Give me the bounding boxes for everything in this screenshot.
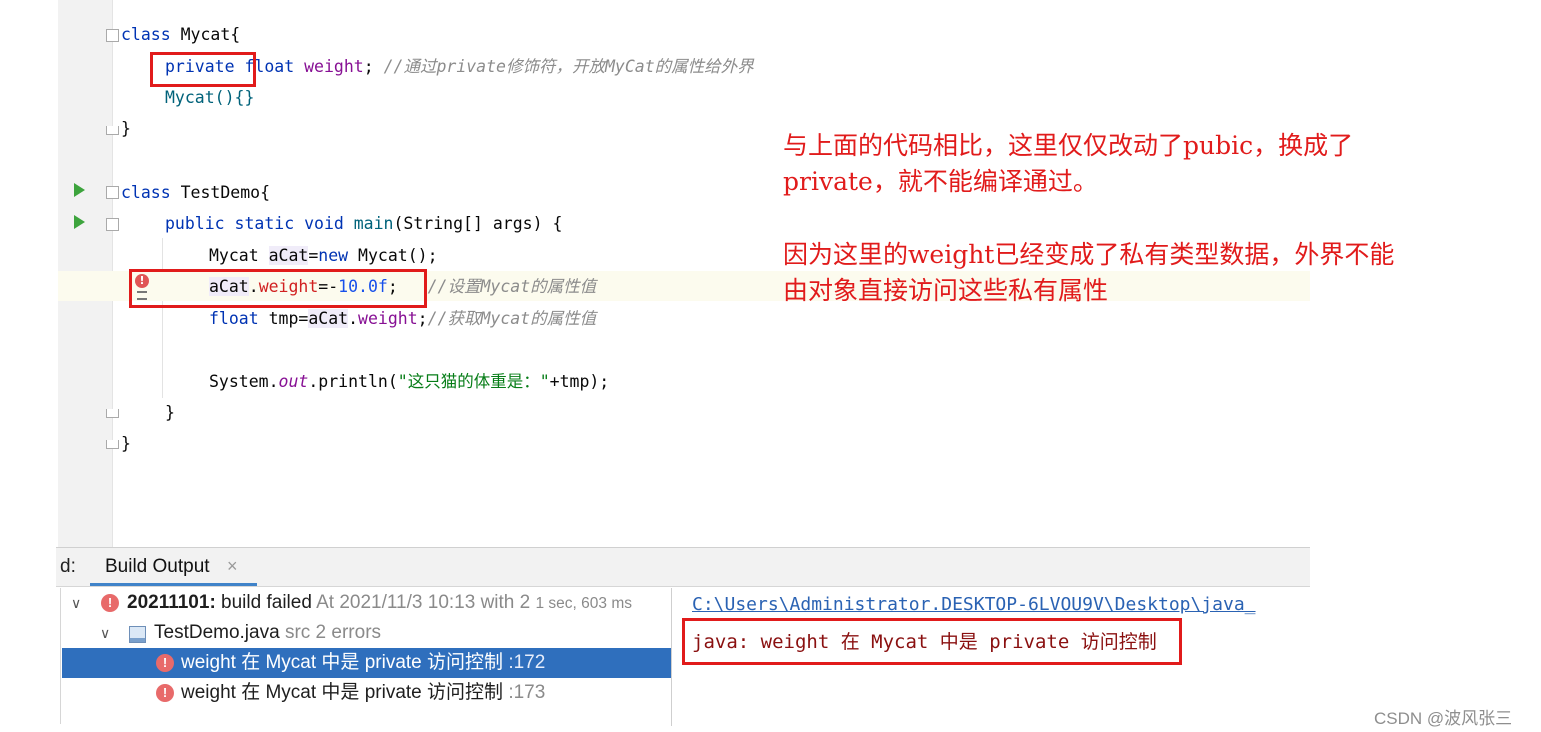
- code-line-10[interactable]: System.out.println("这只猫的体重是："+tmp);: [209, 367, 609, 397]
- code-comment: //设置Mycat的属性值: [427, 277, 597, 296]
- code-text: tmp=: [258, 309, 309, 328]
- code-line-5[interactable]: class TestDemo{: [121, 178, 270, 208]
- error-icon: !: [156, 684, 174, 702]
- fold-end-marker-icon[interactable]: [106, 409, 119, 418]
- code-comment: //通过private修饰符，开放MyCat的属性给外界: [383, 57, 754, 76]
- detail-path-link[interactable]: C:\Users\Administrator.DESKTOP-6LVOU9V\D…: [692, 594, 1309, 615]
- keyword: float: [209, 309, 259, 328]
- tab-label: Build Output: [105, 556, 210, 577]
- code-line-1[interactable]: class Mycat{: [121, 20, 240, 50]
- code-text: }: [165, 403, 175, 422]
- error-icon: !: [101, 594, 119, 612]
- code-text: ;: [417, 309, 428, 328]
- code-text: (String[] args) {: [393, 214, 563, 233]
- code-line-3[interactable]: Mycat(){}: [165, 83, 254, 113]
- annotation-line-1: 与上面的代码相比，这里仅仅改动了pubic，换成了: [783, 131, 1354, 160]
- error-message: weight 在 Mycat 中是 private 访问控制: [181, 652, 504, 673]
- annotation-line-2: private，就不能编译通过。: [783, 167, 1098, 196]
- code-line-12[interactable]: }: [121, 429, 131, 459]
- error-message: weight 在 Mycat 中是 private 访问控制: [181, 682, 504, 703]
- java-file-icon: [129, 626, 146, 643]
- annotation-line-4: 由对象直接访问这些私有属性: [783, 276, 1109, 305]
- watermark: CSDN @波风张三: [1374, 709, 1513, 728]
- static-field: out: [278, 372, 309, 391]
- code-text: }: [121, 434, 131, 453]
- keyword: new: [318, 246, 349, 265]
- code-text: ;: [363, 57, 374, 76]
- error-line-highlight-box: [129, 269, 427, 308]
- variable: aCat: [268, 246, 309, 265]
- error-line-number: :172: [508, 652, 546, 673]
- fold-end-marker-icon[interactable]: [106, 126, 119, 135]
- fold-marker-icon[interactable]: [106, 218, 119, 231]
- error-icon: !: [156, 654, 174, 672]
- code-text: Mycat: [209, 246, 269, 265]
- code-text: Mycat{: [170, 25, 241, 44]
- keyword: class: [121, 183, 171, 202]
- tree-row-error[interactable]: ! weight 在 Mycat 中是 private 访问控制 :172: [62, 648, 671, 678]
- code-text: System.: [209, 372, 279, 391]
- close-icon[interactable]: ×: [227, 556, 238, 577]
- indent-guide: [162, 238, 163, 398]
- build-status: build failed: [221, 592, 312, 613]
- tab-build-output[interactable]: Build Output ×: [90, 548, 257, 586]
- file-meta: src 2 errors: [284, 622, 382, 643]
- fold-marker-icon[interactable]: [106, 29, 119, 42]
- constructor: Mycat(){}: [165, 88, 255, 107]
- build-duration: 1 sec, 603 ms: [535, 595, 633, 612]
- left-panel-edge: [60, 588, 61, 724]
- tree-row-file[interactable]: ∨ TestDemo.java src 2 errors: [62, 618, 671, 648]
- method-name: main: [353, 214, 394, 233]
- file-name: TestDemo.java: [154, 622, 280, 643]
- fold-end-marker-icon[interactable]: [106, 440, 119, 449]
- code-line-9[interactable]: float tmp=aCat.weight;//获取Mycat的属性值: [209, 304, 596, 334]
- build-tree[interactable]: ∨ ! 20211101: build failed At 2021/11/3 …: [62, 588, 671, 726]
- tree-row-error[interactable]: ! weight 在 Mycat 中是 private 访问控制 :173: [62, 678, 671, 708]
- private-highlight-box: [150, 52, 256, 87]
- build-time: At 2021/11/3 10:13 with 2: [316, 592, 531, 613]
- error-line-number: :173: [508, 682, 546, 703]
- build-name: 20211101:: [127, 592, 216, 613]
- string-literal: "这只猫的体重是：": [397, 372, 550, 391]
- code-comment: //获取Mycat的属性值: [427, 309, 597, 328]
- tab-prefix-label: d:: [60, 556, 76, 577]
- run-main-icon[interactable]: [74, 215, 85, 229]
- panel-splitter[interactable]: [671, 588, 672, 726]
- code-text: =: [308, 246, 319, 265]
- field-name: weight: [304, 57, 364, 76]
- code-text: }: [121, 119, 131, 138]
- chevron-down-icon[interactable]: ∨: [71, 588, 81, 618]
- detail-error-message: java: weight 在 Mycat 中是 private 访问控制: [692, 631, 1157, 653]
- code-text: .: [348, 309, 359, 328]
- field-name: weight: [358, 309, 418, 328]
- tab-active-indicator: [90, 583, 257, 586]
- tree-row-build[interactable]: ∨ ! 20211101: build failed At 2021/11/3 …: [62, 588, 671, 618]
- code-text: +tmp);: [549, 372, 610, 391]
- chevron-down-icon[interactable]: ∨: [100, 618, 110, 648]
- code-line-6[interactable]: public static void main(String[] args) {: [165, 209, 562, 239]
- code-line-4[interactable]: }: [121, 114, 131, 144]
- fold-marker-icon[interactable]: [106, 186, 119, 199]
- keyword: public static void: [165, 214, 344, 233]
- code-line-11[interactable]: }: [165, 398, 175, 428]
- code-text: TestDemo{: [170, 183, 271, 202]
- keyword: class: [121, 25, 171, 44]
- variable: aCat: [308, 309, 349, 328]
- code-text: Mycat();: [348, 246, 438, 265]
- annotation-line-3: 因为这里的weight已经变成了私有类型数据，外界不能: [783, 240, 1395, 269]
- code-text: .println(: [308, 372, 398, 391]
- code-line-7[interactable]: Mycat aCat=new Mycat();: [209, 241, 438, 271]
- run-class-icon[interactable]: [74, 183, 85, 197]
